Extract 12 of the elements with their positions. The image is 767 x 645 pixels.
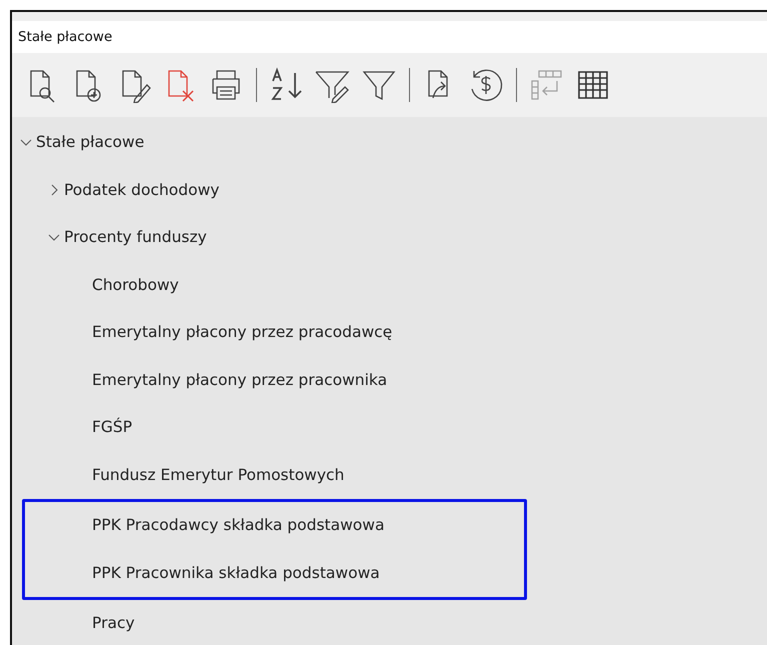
tree-item[interactable]: Podatek dochodowy [64, 180, 220, 199]
tree-item[interactable]: Emerytalny płacony przez pracownika [92, 370, 388, 389]
tree-item[interactable]: Pracy [92, 614, 135, 632]
tree-item[interactable]: Fundusz Emerytur Pomostowych [92, 466, 344, 484]
tree-item[interactable]: Chorobowy [92, 276, 179, 294]
tree-item[interactable]: Emerytalny płacony przez pracodawcę [92, 323, 392, 342]
tree-item[interactable]: Stałe płacowe [36, 133, 144, 152]
tree-item[interactable]: FGŚP [92, 418, 132, 436]
tree-item[interactable]: PPK Pracodawcy składka podstawowa [92, 516, 384, 534]
tree-item[interactable]: Procenty funduszy [64, 228, 207, 246]
tree-item[interactable]: PPK Pracownika składka podstawowa [92, 564, 380, 582]
window-title: Stałe płacowe [18, 29, 112, 46]
